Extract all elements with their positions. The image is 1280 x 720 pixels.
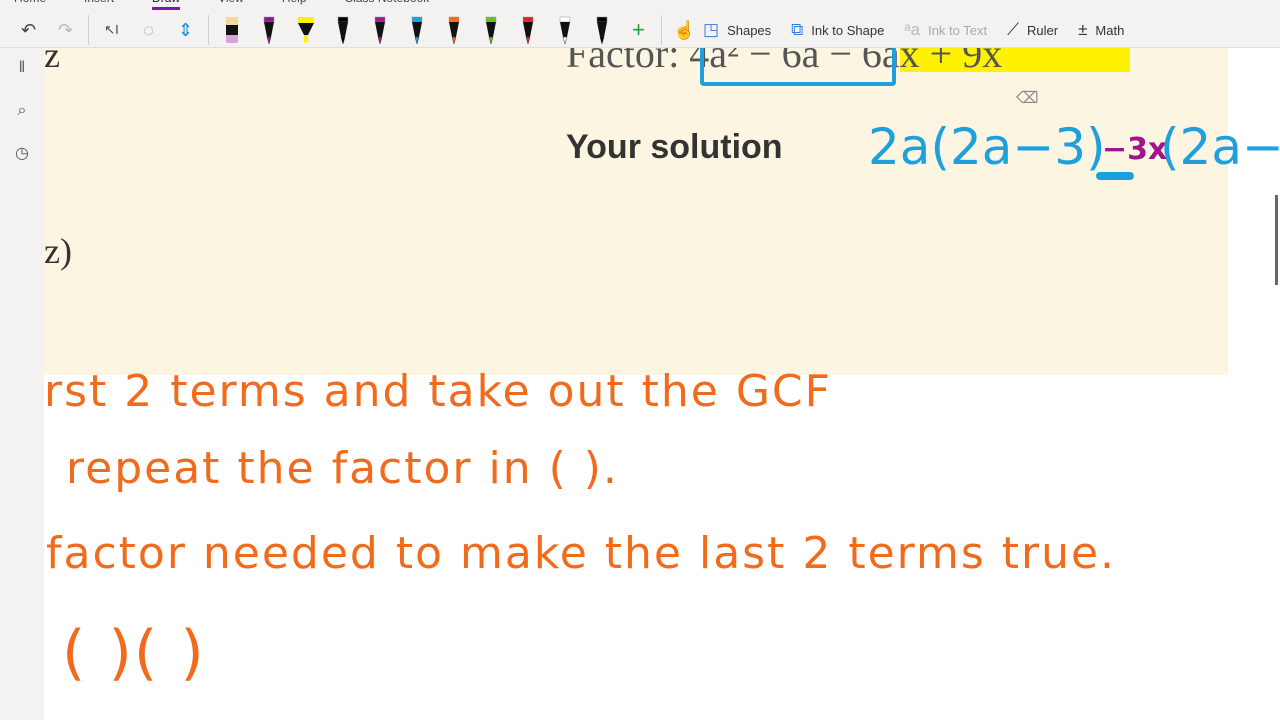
vertical-scrollbar[interactable] [1275, 195, 1278, 285]
ink-line-2: repeat the factor in ( ). [66, 443, 619, 494]
search-icon[interactable]: ⌕ [0, 90, 44, 132]
shapes-icon: ◳ [703, 20, 720, 39]
ink-line-4: ( )( ) [62, 618, 206, 688]
divider [208, 15, 209, 45]
shapes-button[interactable]: ◳ Shapes [703, 20, 771, 40]
pen-icon[interactable] [398, 14, 435, 46]
pen-icon[interactable] [324, 14, 361, 46]
ink-to-shape-label: Ink to Shape [811, 22, 885, 38]
ink-to-text-icon: ᵃa [904, 20, 921, 39]
touch-draw-icon[interactable]: ☝ [666, 14, 703, 46]
divider [661, 15, 662, 45]
tab-class-notebook[interactable]: Class Notebook [345, 0, 430, 10]
ink-line-1: rst 2 terms and take out the GCF [44, 366, 832, 417]
pasted-image: z z) Factor: 4a² − 6a − 6ax + 9x Your so… [44, 48, 1228, 375]
add-pen-icon[interactable]: + [620, 14, 657, 46]
lasso-select-icon[interactable]: ◌ [130, 14, 167, 46]
pen-icon[interactable] [546, 14, 583, 46]
ink-blue: 2a(2a−3) [868, 118, 1106, 176]
highlighter-icon[interactable] [287, 14, 324, 46]
eraser-cursor-icon: ⌫ [1016, 90, 1039, 107]
pen-icon[interactable] [583, 14, 620, 46]
math-label: Math [1095, 22, 1125, 38]
ruler-button[interactable]: ⟋ Ruler [1007, 20, 1058, 40]
math-icon: ± [1078, 20, 1088, 39]
ink-blue-2: (2a−3 [1160, 118, 1280, 176]
ruler-icon: ⟋ [1007, 20, 1019, 39]
ink-to-text-label: Ink to Text [928, 22, 988, 38]
pen-icon[interactable] [472, 14, 509, 46]
ink-underline [1096, 172, 1134, 180]
solution-label: Your solution [566, 128, 783, 166]
divider [88, 15, 89, 45]
ribbon-tabs: Home Insert Draw View Help Class Noteboo… [14, 0, 467, 10]
ink-to-text-button[interactable]: ᵃa Ink to Text [904, 20, 987, 40]
ink-box [700, 48, 896, 86]
page-canvas[interactable]: z z) Factor: 4a² − 6a − 6ax + 9x Your so… [44, 48, 1280, 720]
pen-icon[interactable] [509, 14, 546, 46]
tab-draw[interactable]: Draw [152, 0, 181, 10]
recent-clock-icon[interactable]: ◷ [0, 132, 44, 174]
ribbon: Home Insert Draw View Help Class Noteboo… [0, 0, 1280, 48]
pen-icon[interactable] [435, 14, 472, 46]
shapes-label: Shapes [727, 22, 772, 38]
left-fragment-1: z [44, 48, 60, 75]
notebooks-icon[interactable]: 𝍪 [0, 48, 44, 90]
left-fragment-2: z) [44, 231, 72, 271]
tab-insert[interactable]: Insert [84, 0, 114, 10]
type-select-icon[interactable]: ↖I [93, 14, 130, 46]
undo-icon[interactable]: ↶ [10, 14, 47, 46]
tab-home[interactable]: Home [14, 0, 46, 10]
tab-help[interactable]: Help [282, 0, 307, 10]
pen-icon[interactable] [361, 14, 398, 46]
redo-icon[interactable]: ↷ [47, 14, 84, 46]
pen-icon[interactable] [250, 14, 287, 46]
add-space-icon[interactable]: ⇕ [167, 14, 204, 46]
math-button[interactable]: ± Math [1078, 20, 1124, 40]
ink-purple: −3x [1102, 132, 1168, 167]
ink-to-shape-icon: ⧉ [791, 20, 804, 39]
ruler-label: Ruler [1027, 22, 1059, 38]
eraser-icon[interactable] [213, 14, 250, 46]
ink-line-3: factor needed to make the last 2 terms t… [46, 528, 1117, 579]
ink-to-shape-button[interactable]: ⧉ Ink to Shape [791, 20, 884, 40]
tab-view[interactable]: View [218, 0, 244, 10]
sidebar: 𝍪 ⌕ ◷ [0, 48, 44, 720]
